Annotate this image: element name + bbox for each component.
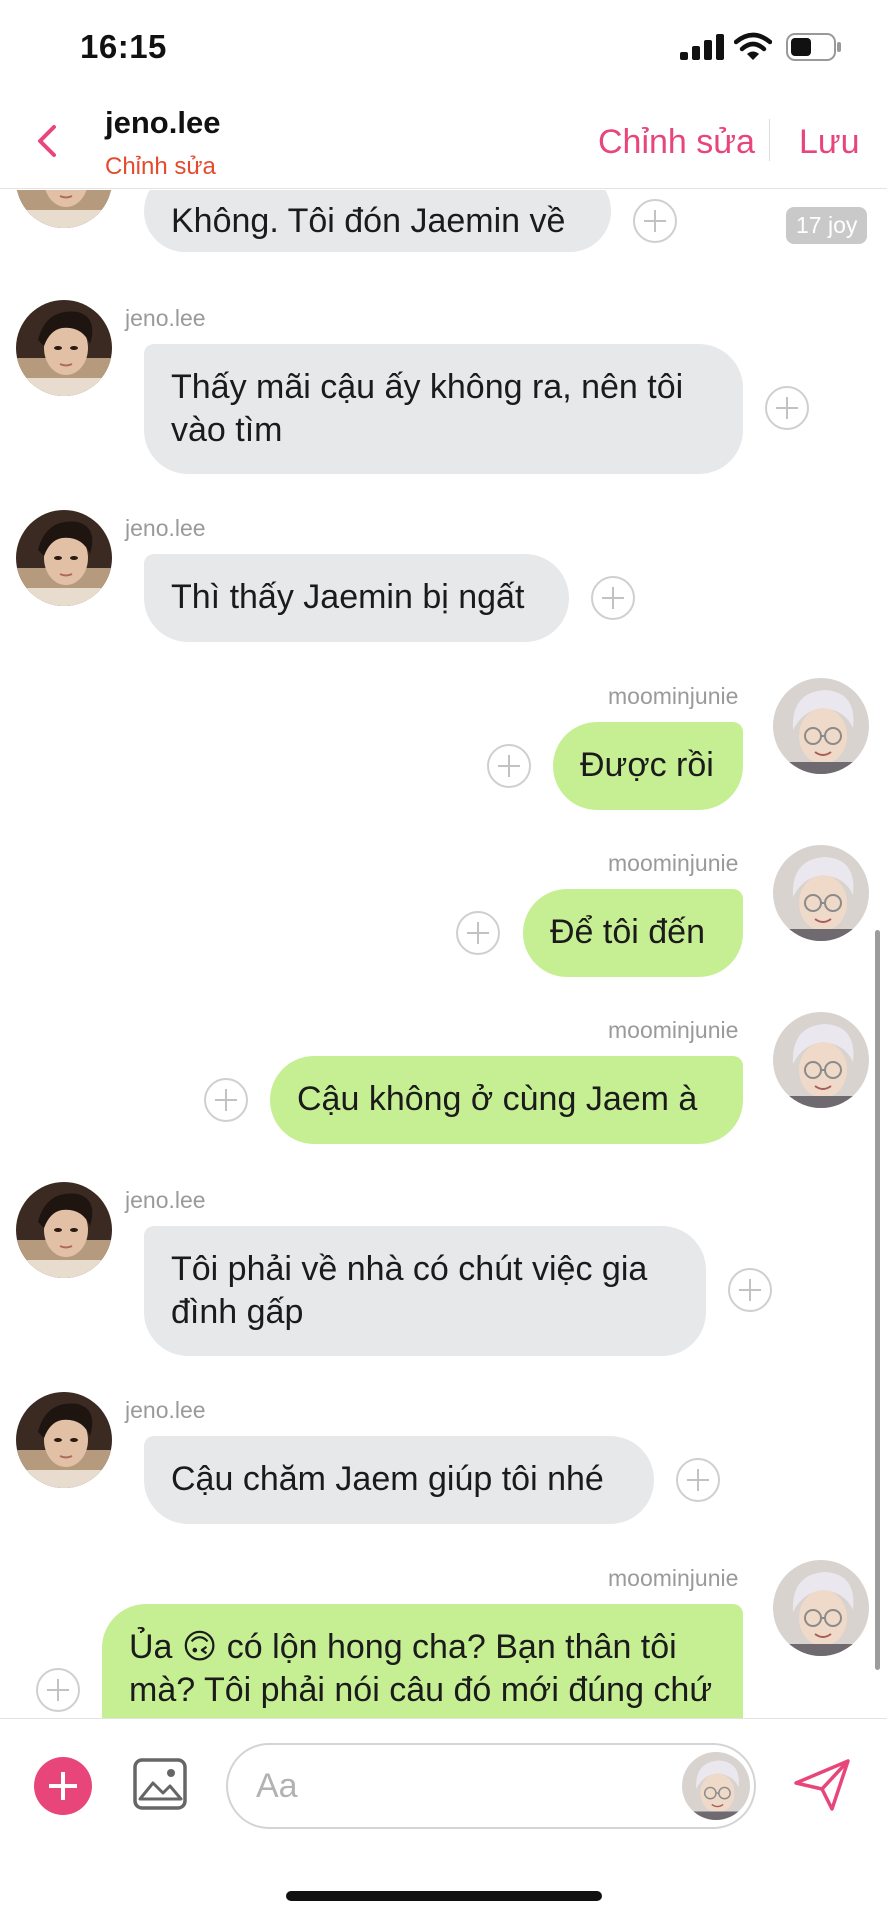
message-bubble-incoming[interactable]: Tôi phải về nhà có chút việc gia đình gấ…: [144, 1226, 706, 1356]
react-plus-icon[interactable]: [487, 744, 531, 788]
status-time: 16:15: [80, 28, 167, 65]
plus-icon[interactable]: [34, 1757, 92, 1815]
sender-name: jeno.lee: [125, 1187, 206, 1213]
sender-name: jeno.lee: [125, 515, 206, 541]
message-bubble-incoming[interactable]: Không. Tôi đón Jaemin về: [144, 190, 611, 252]
avatar-jeno[interactable]: [16, 510, 112, 606]
message-bubble-outgoing[interactable]: Để tôi đến: [523, 889, 743, 977]
react-plus-icon[interactable]: [728, 1268, 772, 1312]
save-button[interactable]: Lưu: [799, 123, 860, 162]
sender-name: jeno.lee: [125, 305, 206, 331]
react-plus-icon[interactable]: [591, 576, 635, 620]
avatar-moomin[interactable]: [773, 845, 869, 941]
sender-name: moominjunie: [608, 1565, 739, 1591]
message-bubble-outgoing[interactable]: Được rồi: [553, 722, 743, 810]
message-input-field[interactable]: [226, 1743, 756, 1829]
avatar-self[interactable]: [682, 1752, 750, 1820]
avatar-jeno[interactable]: [16, 190, 112, 228]
battery-icon: [786, 33, 841, 61]
react-plus-icon[interactable]: [765, 386, 809, 430]
header-divider: [769, 119, 770, 161]
message-bubble-incoming[interactable]: Thì thấy Jaemin bị ngất: [144, 554, 569, 642]
avatar-moomin[interactable]: [773, 1012, 869, 1108]
send-icon[interactable]: [792, 1757, 852, 1813]
avatar-jeno[interactable]: [16, 300, 112, 396]
chat-header: jeno.lee Chỉnh sửa Chỉnh sửa Lưu: [0, 95, 887, 189]
message-list[interactable]: Không. Tôi đón Jaemin về 17 joy jeno.lee…: [0, 190, 887, 1718]
edit-button[interactable]: Chỉnh sửa: [598, 123, 755, 162]
sender-name: moominjunie: [608, 1017, 739, 1043]
image-icon[interactable]: [132, 1757, 188, 1811]
avatar-jeno[interactable]: [16, 1182, 112, 1278]
react-plus-icon[interactable]: [633, 199, 677, 243]
message-input[interactable]: [256, 1759, 636, 1813]
message-bubble-outgoing[interactable]: Cậu không ở cùng Jaem à: [270, 1056, 743, 1144]
sender-name: moominjunie: [608, 850, 739, 876]
sender-name: jeno.lee: [125, 1397, 206, 1423]
chat-subtitle: Chỉnh sửa: [105, 153, 216, 180]
chat-title: jeno.lee: [105, 105, 221, 140]
react-plus-icon[interactable]: [204, 1078, 248, 1122]
wifi-icon: [734, 32, 772, 60]
cellular-signal-icon: [680, 34, 724, 60]
home-indicator: [286, 1891, 602, 1901]
message-bubble-outgoing[interactable]: Ủa 🙃 có lộn hong cha? Bạn thân tôi mà? T…: [102, 1604, 743, 1718]
chevron-left-icon[interactable]: [34, 121, 60, 161]
composer-bar: [0, 1718, 887, 1920]
message-bubble-incoming[interactable]: Cậu chăm Jaem giúp tôi nhé: [144, 1436, 654, 1524]
scrollbar[interactable]: [875, 930, 880, 1670]
badge-17-joy: 17 joy: [786, 207, 868, 244]
avatar-jeno[interactable]: [16, 1392, 112, 1488]
avatar-moomin[interactable]: [773, 678, 869, 774]
sender-name: moominjunie: [608, 683, 739, 709]
react-plus-icon[interactable]: [36, 1668, 80, 1712]
react-plus-icon[interactable]: [676, 1458, 720, 1502]
react-plus-icon[interactable]: [456, 911, 500, 955]
avatar-moomin[interactable]: [773, 1560, 869, 1656]
message-bubble-incoming[interactable]: Thấy mãi cậu ấy không ra, nên tôi vào tì…: [144, 344, 743, 474]
status-bar: 16:15: [0, 0, 887, 95]
